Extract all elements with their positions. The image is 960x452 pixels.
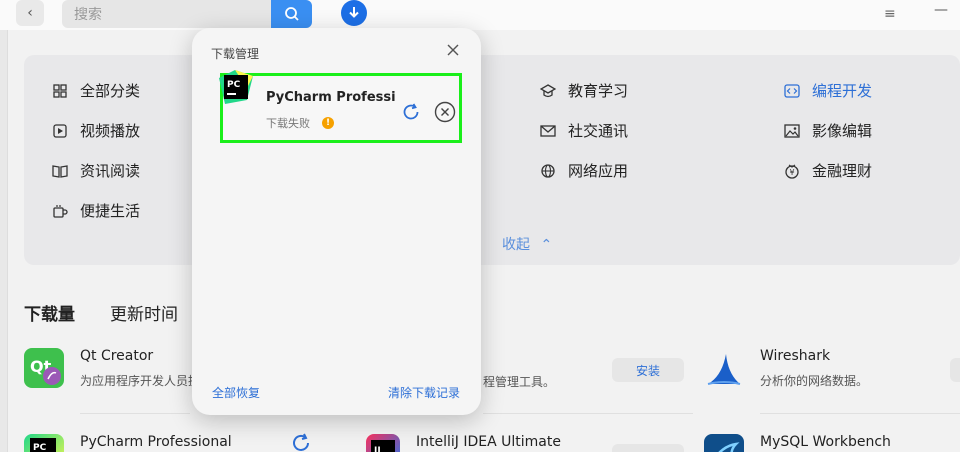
search-icon [284,7,299,21]
download-icon [349,7,359,18]
qt-creator-icon: Qt [24,348,64,388]
svg-text:PC: PC [227,80,241,90]
book-icon [52,163,68,179]
row-divider [760,413,960,414]
category-label: 教育学习 [568,82,629,100]
warning-icon: ! [322,117,334,129]
close-icon[interactable] [446,42,460,61]
category-label: 编程开发 [812,82,873,100]
category-image[interactable]: 影像编辑 [784,120,872,141]
tab-update-time[interactable]: 更新时间 [110,300,178,325]
wireshark-icon [704,348,744,388]
coin-icon: ¥ [784,163,800,179]
download-manager-button[interactable] [341,0,367,26]
dialog-title: 下载管理 [211,47,260,61]
row-divider [483,413,693,414]
collapse-label: 收起 [502,237,530,253]
image-icon [784,123,800,139]
category-finance[interactable]: ¥ 金融理财 [784,160,872,181]
clear-records-button[interactable]: 清除下载记录 [388,384,460,401]
retry-icon[interactable] [401,102,421,122]
pycharm-icon: PC [24,434,64,452]
app-desc: 程管理工具。 [483,375,556,389]
back-button[interactable]: ‹ [16,0,44,26]
app-intellij[interactable]: IJ IntelliJ IDEA Ultimate [366,434,561,452]
status-text: 下载失败 [266,117,310,130]
download-name: PyCharm Professio… [266,90,396,105]
download-status: 下载失败 ! [266,115,334,131]
category-education[interactable]: 教育学习 [540,80,628,101]
grid-icon [52,83,68,99]
category-video[interactable]: 视频播放 [52,120,140,141]
mysql-workbench-icon [704,434,744,452]
intellij-icon: IJ [366,434,400,452]
app-wireshark[interactable]: Wireshark 分析你的网络数据。 [704,348,868,389]
category-label: 社交通讯 [568,122,629,140]
app-name: Qt Creator [80,348,154,364]
category-network[interactable]: 网络应用 [540,160,628,181]
svg-text:IJ: IJ [374,446,381,452]
app-name: IntelliJ IDEA Ultimate [416,434,561,450]
app-name [483,348,555,365]
category-all[interactable]: 全部分类 [52,80,140,101]
svg-text:PC: PC [33,443,47,452]
install-button[interactable]: 安装 [612,358,684,382]
graduation-icon [540,83,556,99]
app-middle[interactable]: 程管理工具。 [483,348,555,390]
menu-icon[interactable]: ≡ [884,6,896,22]
category-label: 网络应用 [568,162,629,180]
category-label: 影像编辑 [812,122,873,140]
app-desc: 为应用程序开发人员提 [80,374,201,388]
install-button-partial[interactable] [950,358,960,382]
restore-all-button[interactable]: 全部恢复 [212,384,260,401]
search-button[interactable] [271,0,312,28]
update-icon[interactable] [290,432,312,452]
globe-icon [540,163,556,179]
app-qt-creator[interactable]: Qt Qt Creator 为应用程序开发人员提 [24,348,200,389]
category-label: 全部分类 [80,82,141,100]
category-social[interactable]: 社交通讯 [540,120,628,141]
app-name: MySQL Workbench [760,434,891,450]
category-label: 金融理财 [812,162,873,180]
pycharm-icon: PC [217,68,253,104]
download-manager-dialog: 下载管理 PC PyCharm Professio… 下载失败 ! 全部恢复 清… [192,28,481,415]
chevron-up-icon: ⌃ [540,237,553,253]
install-button[interactable] [612,444,684,452]
tab-downloads[interactable]: 下载量 [24,300,75,325]
row-divider [80,413,190,414]
left-sidebar-edge [0,30,8,452]
app-desc: 分析你的网络数据。 [760,374,869,388]
collapse-button[interactable]: 收起 ⌃ [502,234,552,254]
cup-icon [52,203,68,219]
code-icon [784,83,800,99]
category-label: 便捷生活 [80,202,141,220]
app-pycharm[interactable]: PC PyCharm Professional [24,434,232,452]
category-life[interactable]: 便捷生活 [52,200,140,221]
mail-icon [540,123,556,139]
category-programming[interactable]: 编程开发 [784,80,872,101]
category-label: 资讯阅读 [80,162,141,180]
category-reading[interactable]: 资讯阅读 [52,160,140,181]
app-name: PyCharm Professional [80,434,232,450]
cancel-download-icon[interactable] [434,101,456,123]
search-placeholder: 搜索 [74,7,102,23]
svg-text:¥: ¥ [789,168,794,177]
back-icon: ‹ [27,5,33,21]
app-name: Wireshark [760,348,831,364]
top-bar: ‹ 搜索 ≡ — [0,0,960,30]
app-mysql-workbench[interactable]: MySQL Workbench [704,434,891,452]
category-label: 视频播放 [80,122,141,140]
download-item[interactable]: PC PyCharm Professio… 下载失败 ! [219,70,462,143]
play-icon [52,123,68,139]
minimize-icon[interactable]: — [934,2,948,18]
